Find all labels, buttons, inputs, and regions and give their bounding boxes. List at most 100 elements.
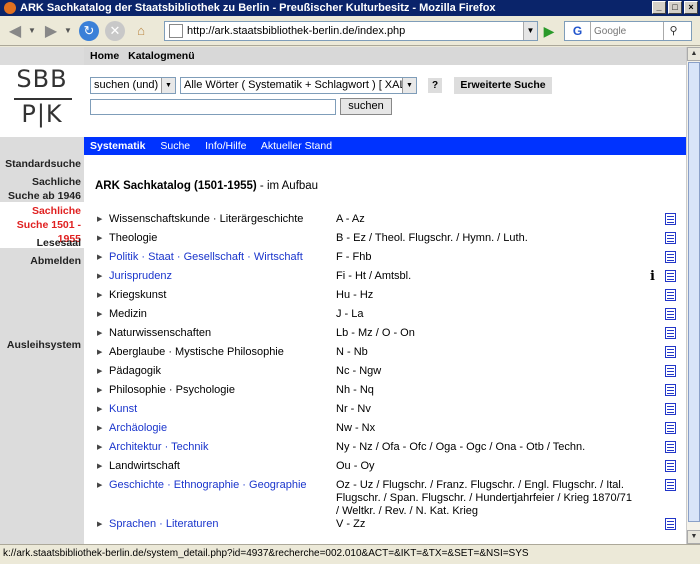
status-bar: k://ark.staatsbibliothek-berlin.de/syste… [0,544,700,564]
document-icon[interactable] [665,346,676,358]
forward-arrow-icon: ▶ [44,22,58,40]
tab-aktueller-stand[interactable]: Aktueller Stand [261,140,332,152]
expand-arrow-icon[interactable]: ▶ [97,403,102,416]
info-icon[interactable]: i [650,270,655,283]
search-mode-value: suchen (und) [94,79,159,91]
chevron-down-icon: ▼ [402,78,416,93]
expand-arrow-icon[interactable]: ▶ [97,232,102,245]
search-box[interactable]: G ⚲ [564,21,692,41]
catalog-code: Lb - Mz / O - On [336,327,415,339]
vertical-scrollbar[interactable]: ▲ ▼ [686,47,700,544]
top-nav-home[interactable]: Home [90,50,119,62]
catalog-subject[interactable]: Kunst [109,403,137,416]
url-dropdown-button[interactable]: ▼ [523,22,537,40]
scroll-up-button[interactable]: ▲ [687,47,700,61]
forward-history-dropdown[interactable]: ▼ [64,19,74,43]
catalog-code: Nh - Nq [336,384,374,396]
search-icon[interactable]: ⚲ [663,22,683,40]
reload-button[interactable]: ↻ [79,20,99,41]
document-icon[interactable] [665,441,676,453]
logo-line-1: SBB [16,65,68,93]
scroll-thumb[interactable] [688,62,700,522]
expand-arrow-icon[interactable]: ▶ [97,460,102,473]
catalog-code: Ny - Nz / Ofa - Ofc / Oga - Ogc / Ona - … [336,441,586,453]
expand-arrow-icon[interactable]: ▶ [97,365,102,378]
page-content: SBB P|K Standardsuche Sachliche Suche ab … [0,47,686,544]
document-icon[interactable] [665,460,676,472]
tab-systematik[interactable]: Systematik [90,140,145,152]
catalog-code: V - Zz [336,518,366,530]
catalog-subject[interactable]: Sprachen · Literaturen [109,518,218,531]
submit-search-button[interactable]: suchen [340,98,392,115]
document-icon[interactable] [665,422,676,434]
expand-arrow-icon[interactable]: ▶ [97,251,102,264]
back-history-dropdown[interactable]: ▼ [28,19,38,43]
document-icon[interactable] [665,365,676,377]
home-button[interactable]: ⌂ [131,21,151,41]
document-icon[interactable] [665,270,676,282]
tab-bar: Systematik Suche Info/Hilfe Aktueller St… [84,137,686,155]
back-button[interactable]: ◀ [4,19,26,43]
catalog-subject[interactable]: Geschichte · Ethnographie · Geographie [109,479,307,492]
maximize-button[interactable]: □ [668,1,682,14]
search-field-select[interactable]: Alle Wörter ( Systematik + Schlagwort ) … [180,77,417,94]
close-window-button[interactable]: × [684,1,698,14]
go-arrow-icon: ▶ [543,23,555,39]
page-icon [169,24,183,38]
document-icon[interactable] [665,232,676,244]
document-icon[interactable] [665,327,676,339]
catalog-subject[interactable]: Politik · Staat · Gesellschaft · Wirtsch… [109,251,303,264]
catalog-subject: Pädagogik [109,365,161,377]
expand-arrow-icon[interactable]: ▶ [97,441,102,454]
expand-arrow-icon[interactable]: ▶ [97,422,102,435]
document-icon[interactable] [665,213,676,225]
advanced-search-button[interactable]: Erweiterte Suche [454,77,552,94]
window-titlebar: ARK Sachkatalog der Staatsbibliothek zu … [0,0,700,16]
expand-arrow-icon[interactable]: ▶ [97,479,102,492]
minimize-button[interactable]: _ [652,1,666,14]
url-bar[interactable]: http://ark.staatsbibliothek-berlin.de/in… [164,21,538,41]
top-nav-katalogmenue[interactable]: Katalogmenü [128,50,195,62]
tab-suche[interactable]: Suche [160,140,190,152]
document-icon[interactable] [665,403,676,415]
chevron-down-icon: ▼ [64,26,72,35]
expand-arrow-icon[interactable]: ▶ [97,346,102,359]
tab-info-hilfe[interactable]: Info/Hilfe [205,140,246,152]
search-mode-select[interactable]: suchen (und) ▼ [90,77,176,94]
search-input[interactable] [591,23,663,39]
stop-button[interactable]: ✕ [105,20,125,41]
expand-arrow-icon[interactable]: ▶ [97,308,102,321]
catalog-title: ARK Sachkatalog (1501-1955) [95,180,257,192]
catalog-code: Nw - Nx [336,422,376,434]
catalog-subject[interactable]: Jurisprudenz [109,270,172,283]
left-column: SBB P|K Standardsuche Sachliche Suche ab … [0,47,84,544]
expand-arrow-icon[interactable]: ▶ [97,270,102,283]
search-engine-icon[interactable]: G [565,22,591,40]
expand-arrow-icon[interactable]: ▶ [97,518,102,531]
expand-arrow-icon[interactable]: ▶ [97,384,102,397]
document-icon[interactable] [665,479,676,491]
expand-arrow-icon[interactable]: ▶ [97,213,102,226]
left-nav-item[interactable]: Lesesaal [0,234,84,252]
expand-arrow-icon[interactable]: ▶ [97,327,102,340]
document-icon[interactable] [665,384,676,396]
help-button[interactable]: ? [428,78,442,93]
expand-arrow-icon[interactable]: ▶ [97,289,102,302]
left-nav-item[interactable]: Abmelden [0,252,84,270]
catalog-subject[interactable]: Archäologie [109,422,167,435]
query-input[interactable] [90,99,336,115]
url-text[interactable]: http://ark.staatsbibliothek-berlin.de/in… [187,25,523,37]
left-nav-item[interactable]: Sachliche Suche ab 1946 [0,173,84,205]
document-icon[interactable] [665,251,676,263]
scroll-down-button[interactable]: ▼ [687,530,700,544]
document-icon[interactable] [665,518,676,530]
document-icon[interactable] [665,289,676,301]
catalog-status: - im Aufbau [256,180,319,192]
go-button[interactable]: ▶ [540,22,558,40]
document-icon[interactable] [665,308,676,320]
left-nav-item[interactable]: Ausleihsystem [0,336,84,354]
catalog-subject[interactable]: Architektur · Technik [109,441,208,454]
forward-button[interactable]: ▶ [40,19,62,43]
chevron-down-icon: ▼ [28,26,36,35]
left-nav-item[interactable]: Standardsuche [0,155,84,173]
